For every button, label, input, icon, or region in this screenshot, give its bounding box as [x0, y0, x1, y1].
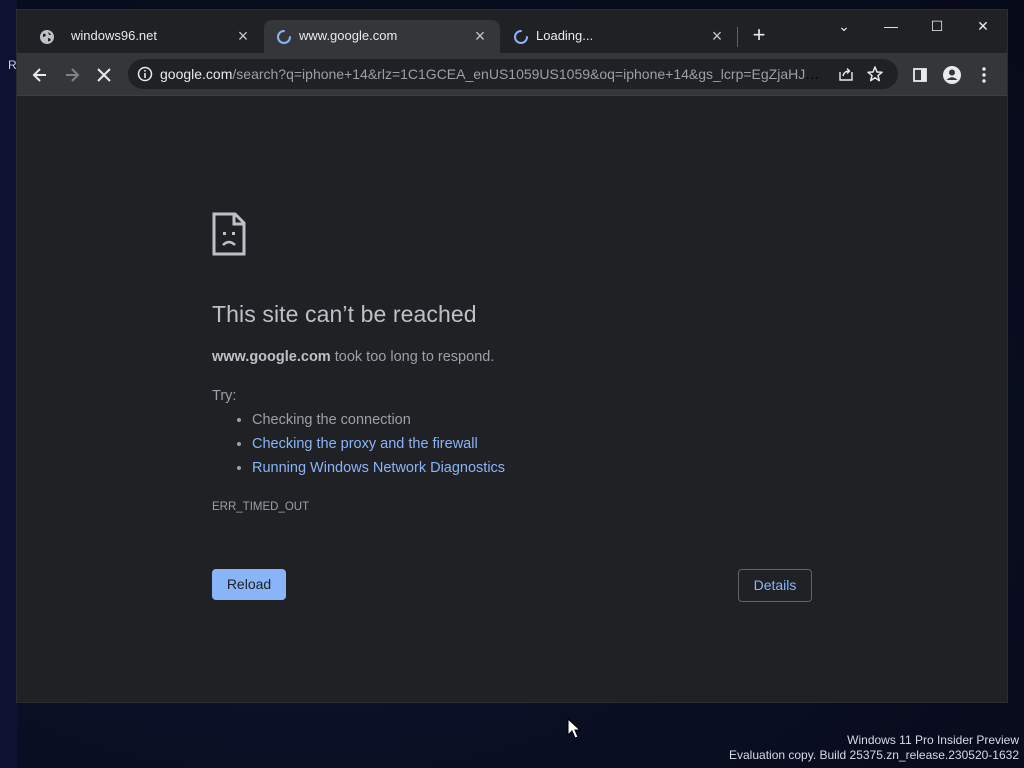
details-button[interactable]: Details — [738, 569, 812, 602]
address-bar[interactable]: google.com/search?q=iphone+14&rlz=1C1GCE… — [128, 59, 898, 89]
bookmark-star-icon[interactable] — [866, 65, 884, 83]
sad-document-icon — [212, 212, 246, 256]
back-arrow-icon — [32, 68, 46, 82]
close-icon[interactable]: × — [707, 26, 727, 46]
stop-loading-button[interactable] — [90, 61, 118, 89]
forward-button[interactable] — [58, 61, 86, 89]
watermark-line2: Evaluation copy. Build 25375.zn_release.… — [729, 748, 1019, 762]
error-message: www.google.com took too long to respond. — [212, 349, 494, 365]
tab-title: windows96.net — [71, 28, 157, 43]
share-icon[interactable] — [838, 66, 854, 82]
loading-spinner-icon — [514, 30, 528, 44]
suggestion-check-connection: Checking the connection — [252, 408, 505, 432]
close-icon[interactable]: × — [233, 26, 253, 46]
new-tab-button[interactable]: + — [747, 24, 771, 48]
error-message-text: took too long to respond. — [330, 349, 495, 365]
close-icon[interactable]: × — [470, 26, 490, 46]
forward-arrow-icon — [66, 68, 80, 82]
tab-title: www.google.com — [299, 28, 398, 43]
stop-icon — [97, 68, 111, 82]
profile-button[interactable] — [938, 61, 966, 89]
tab-google[interactable]: www.google.com × — [264, 20, 500, 53]
suggestion-network-diagnostics-link[interactable]: Running Windows Network Diagnostics — [252, 456, 505, 480]
address-path: /search?q=iphone+14&rlz=1C1GCEA_enUS1059… — [232, 66, 825, 82]
error-host: www.google.com — [212, 349, 331, 365]
browser-window: windows96.net × www.google.com × Loading… — [17, 10, 1007, 702]
windows-watermark: Windows 11 Pro Insider Preview Evaluatio… — [729, 733, 1019, 763]
globe-icon — [40, 30, 54, 44]
tab-title: Loading... — [536, 28, 594, 43]
menu-button[interactable] — [970, 61, 998, 89]
more-vertical-icon — [982, 67, 986, 83]
reload-button[interactable]: Reload — [212, 569, 286, 600]
side-panel-icon — [913, 68, 927, 82]
tab-loading[interactable]: Loading... × — [501, 20, 737, 53]
minimize-button[interactable]: — — [868, 10, 914, 42]
loading-spinner-icon — [277, 30, 291, 44]
close-window-button[interactable]: ✕ — [960, 10, 1006, 42]
info-icon[interactable] — [137, 66, 153, 82]
error-title: This site can’t be reached — [212, 301, 477, 327]
tab-strip: windows96.net × www.google.com × Loading… — [17, 10, 1007, 53]
maximize-button[interactable]: ☐ — [914, 10, 960, 42]
suggestions-list: Checking the connection Checking the pro… — [212, 408, 505, 480]
tab-separator — [737, 27, 738, 47]
tab-windows96[interactable]: windows96.net × — [27, 20, 263, 53]
profile-avatar-icon — [943, 66, 961, 84]
browser-toolbar: google.com/search?q=iphone+14&rlz=1C1GCE… — [17, 53, 1007, 95]
suggestion-proxy-firewall-link[interactable]: Checking the proxy and the firewall — [252, 432, 505, 456]
desktop-background — [0, 0, 17, 768]
try-label: Try: — [212, 388, 237, 404]
mouse-cursor-icon — [567, 718, 581, 739]
address-host: google.com — [160, 66, 233, 82]
error-code: ERR_TIMED_OUT — [212, 501, 310, 513]
side-panel-button[interactable] — [906, 61, 934, 89]
error-page: This site can’t be reached www.google.co… — [17, 96, 1007, 702]
back-button[interactable] — [26, 61, 54, 89]
desktop-partial-label: R — [8, 58, 17, 72]
address-text[interactable]: google.com/search?q=iphone+14&rlz=1C1GCE… — [160, 66, 825, 82]
watermark-line1: Windows 11 Pro Insider Preview — [847, 733, 1019, 747]
tab-search-button[interactable]: ⌄ — [821, 10, 867, 42]
